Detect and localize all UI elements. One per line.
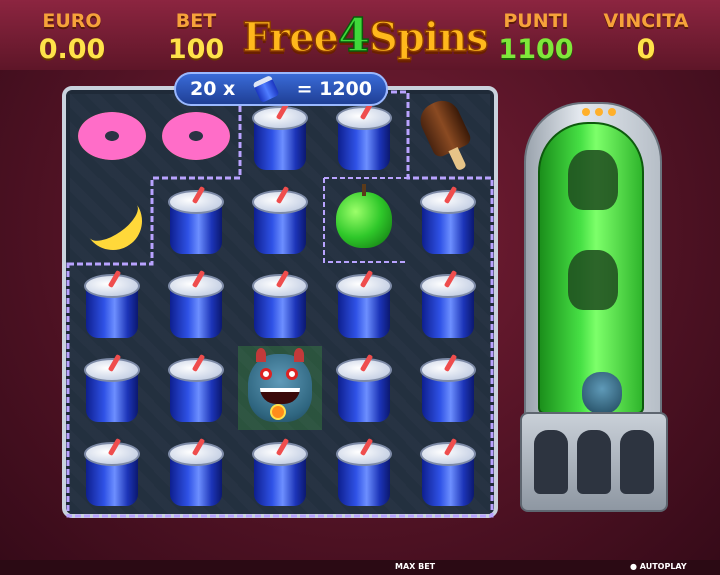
reel-cell [322,346,406,430]
reel-cell [154,178,238,262]
soda-can-icon [82,353,142,424]
banana-icon [72,180,154,262]
donut-icon [162,112,230,160]
machine-lights [582,108,616,116]
machine-base [520,412,668,512]
soda-can-icon [82,437,142,508]
reel-cell [406,94,490,178]
logo-free: Free [242,13,340,62]
reel-cell [238,94,322,178]
punti-stat: PUNTI 1100 [486,10,586,65]
monster-machine [520,92,672,522]
donut-icon [78,112,146,160]
soda-can-icon [166,353,226,424]
logo-four: 4 [337,7,371,63]
reel-cell [154,262,238,346]
soda-can-icon [82,269,142,340]
reel-cell [154,94,238,178]
autoplay-button[interactable]: ● AUTOPLAY [630,562,687,571]
soda-can-icon [334,353,394,424]
monster-icon [582,372,622,414]
reel-cell [406,346,490,430]
reel-cell [70,262,154,346]
reel-cell [238,346,322,430]
apple-icon [336,184,392,248]
logo-spins: Spins [368,13,489,62]
reel-cell [322,262,406,346]
punti-label: PUNTI [503,10,569,32]
game-logo: Free4Spins [230,7,500,70]
reel-cell [322,178,406,262]
soda-can-icon [418,269,478,340]
symbol-grid [70,94,490,514]
vincita-value: 0 [636,34,656,65]
reel-cell [238,430,322,514]
reel-cell [238,262,322,346]
reel-cell [70,346,154,430]
multiplier-count: 20 x [190,78,236,100]
reel-cell [238,178,322,262]
punti-value: 1100 [498,34,574,65]
soda-can-icon [250,437,310,508]
reel-cell [154,346,238,430]
machine-glass [538,122,644,414]
soda-can-icon [166,437,226,508]
reel-cell [406,178,490,262]
soda-can-icon [250,101,310,172]
footer-bar [0,560,720,575]
reel-cell [406,430,490,514]
soda-can-icon [334,269,394,340]
reel-cell [406,262,490,346]
vincita-label: VINCITA [603,10,689,32]
reel-cell [322,430,406,514]
euro-value: 0.00 [38,34,106,65]
soda-can-icon [418,185,478,256]
soda-can-icon [418,353,478,424]
euro-label: EURO [42,10,102,32]
soda-can-icon [166,185,226,256]
soda-can-icon [250,269,310,340]
multiplier-total: = 1200 [296,78,372,100]
reel-cell [322,94,406,178]
soda-can-icon [334,101,394,172]
reel-cell [70,178,154,262]
reel-cell [154,430,238,514]
soda-can-icon [334,437,394,508]
euro-stat: EURO 0.00 [22,10,122,65]
soda-can-icon [418,437,478,508]
reel-cell [70,430,154,514]
monster-silhouette [568,150,618,210]
autoplay-label: AUTOPLAY [639,562,687,571]
monster-wild-icon [248,348,312,422]
max-bet-button[interactable]: MAX BET [395,562,435,571]
reel-cell [70,94,154,178]
ice-cream-icon [411,93,485,179]
soda-can-icon [250,185,310,256]
soda-can-icon [252,74,280,104]
reel-frame [62,86,498,518]
monster-silhouette [568,250,618,310]
vincita-stat: VINCITA 0 [596,10,696,65]
multiplier-banner: 20 x = 1200 [174,72,388,106]
soda-can-icon [166,269,226,340]
